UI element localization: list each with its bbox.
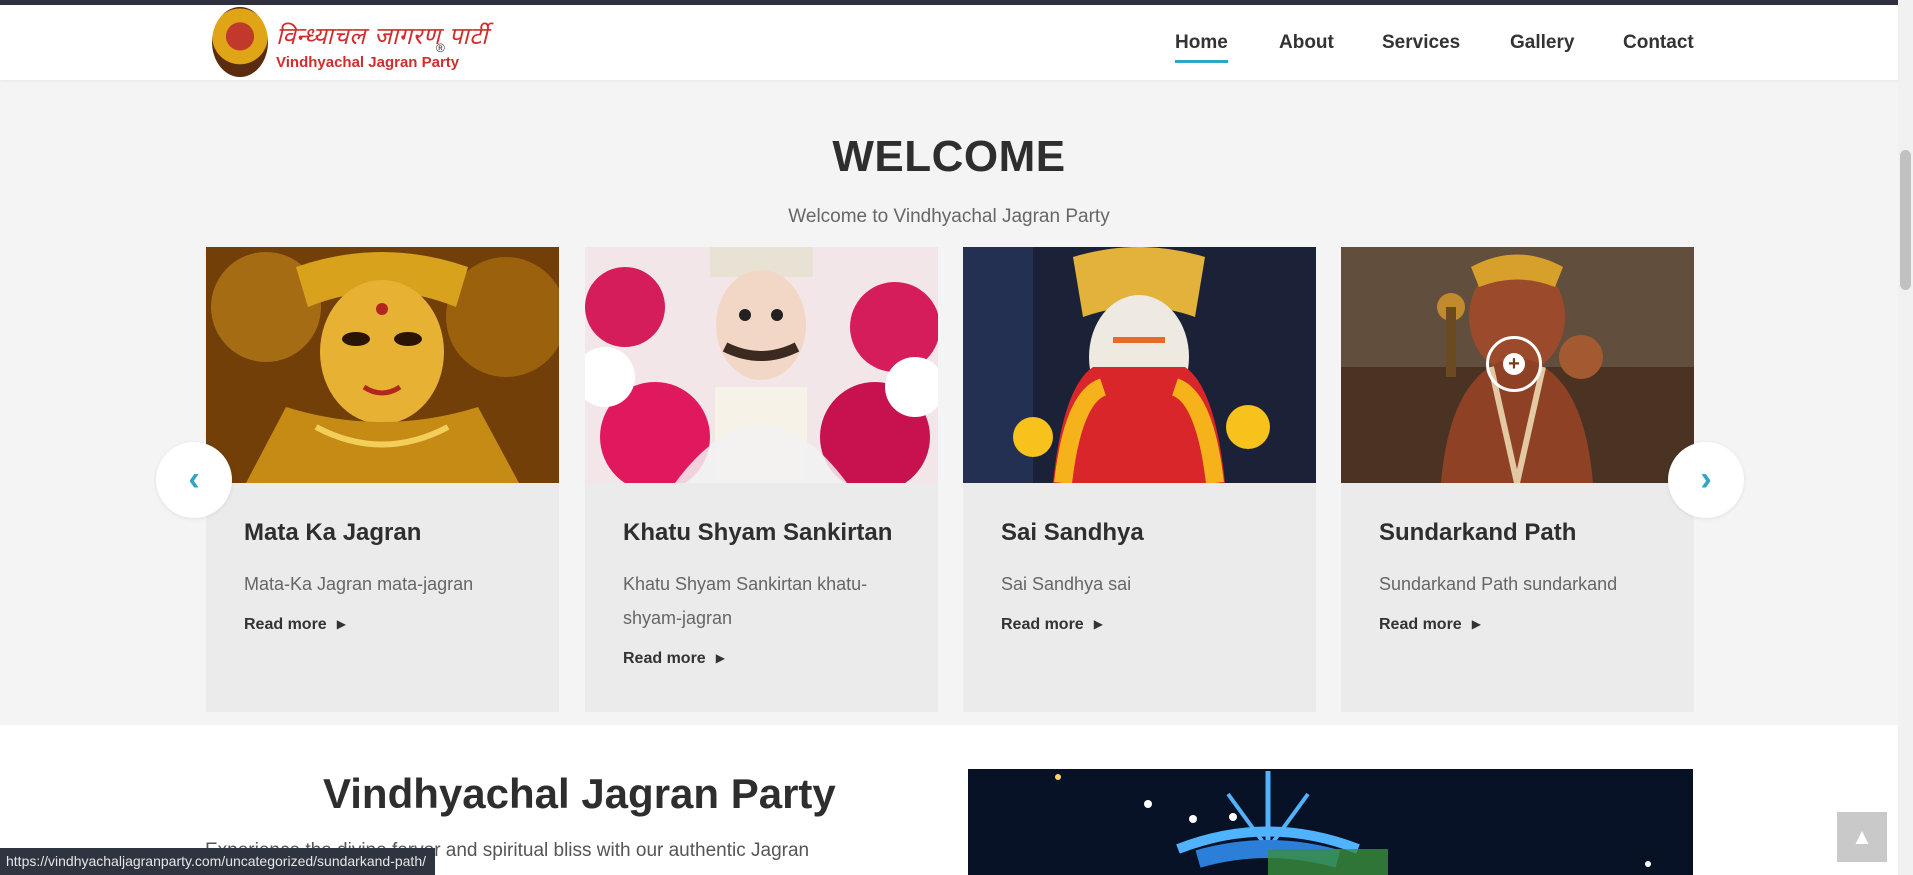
card-description: Mata-Ka Jagran mata-jagran — [244, 574, 474, 594]
carousel-next-button[interactable]: › — [1668, 442, 1744, 518]
card-image-hanuman[interactable]: + — [1341, 247, 1694, 483]
read-more-label: Read more — [244, 616, 327, 633]
card-image-khatu-shyam[interactable] — [585, 247, 938, 483]
caret-right-icon: ▶ — [715, 651, 725, 665]
nav-home[interactable]: Home — [1175, 32, 1228, 63]
card-description: Khatu Shyam Sankirtan khatu-shyam-jagran — [623, 574, 868, 628]
carousel-prev-button[interactable]: ‹ — [156, 442, 232, 518]
card-image-sai-baba[interactable] — [963, 247, 1316, 483]
card-description: Sundarkand Path sundarkand — [1379, 574, 1618, 594]
service-card-sai-sandhya: Sai Sandhya Sai Sandhya sai Read more ▶ — [963, 247, 1316, 712]
nav-services[interactable]: Services — [1382, 32, 1460, 54]
about-image-temple-lights[interactable] — [968, 769, 1693, 875]
scrollbar-thumb[interactable] — [1900, 150, 1911, 290]
read-more-link[interactable]: Read more ▶ — [1379, 616, 1481, 634]
caret-right-icon: ▶ — [1471, 617, 1481, 631]
read-more-label: Read more — [1001, 616, 1084, 633]
card-title[interactable]: Sundarkand Path — [1379, 519, 1576, 547]
nav-gallery[interactable]: Gallery — [1510, 32, 1574, 54]
card-title[interactable]: Mata Ka Jagran — [244, 519, 421, 547]
card-image-durga[interactable] — [206, 247, 559, 483]
page-scrollbar[interactable] — [1898, 0, 1913, 875]
read-more-link[interactable]: Read more ▶ — [623, 650, 725, 668]
chevron-left-icon: ‹ — [188, 460, 200, 498]
caret-right-icon: ▶ — [336, 617, 346, 631]
read-more-link[interactable]: Read more ▶ — [1001, 616, 1103, 634]
chevron-up-icon: ▲ — [1851, 824, 1873, 849]
zoom-plus-icon[interactable]: + — [1486, 336, 1542, 392]
read-more-label: Read more — [1379, 616, 1462, 633]
back-to-top-button[interactable]: ▲ — [1837, 812, 1887, 862]
caret-right-icon: ▶ — [1093, 617, 1103, 631]
main-navigation: Home About Services Gallery Contact — [0, 5, 1898, 80]
about-title: Vindhyachal Jagran Party — [323, 770, 836, 817]
nav-about[interactable]: About — [1279, 32, 1334, 54]
welcome-subtitle: Welcome to Vindhyachal Jagran Party — [788, 206, 1110, 227]
card-description: Sai Sandhya sai — [1001, 574, 1132, 594]
nav-contact[interactable]: Contact — [1623, 32, 1694, 54]
service-card-sundarkand-path: + Sundarkand Path Sundarkand Path sundar… — [1341, 247, 1694, 712]
read-more-link[interactable]: Read more ▶ — [244, 616, 346, 634]
card-title[interactable]: Sai Sandhya — [1001, 519, 1144, 547]
plus-icon: + — [1503, 353, 1525, 375]
service-card-khatu-shyam: Khatu Shyam Sankirtan Khatu Shyam Sankir… — [585, 247, 938, 712]
chevron-right-icon: › — [1700, 460, 1712, 498]
card-title[interactable]: Khatu Shyam Sankirtan — [623, 519, 892, 547]
service-card-mata-ka-jagran: Mata Ka Jagran Mata-Ka Jagran mata-jagra… — [206, 247, 559, 712]
site-header: विन्ध्याचल जागरण पार्टी Vindhyachal Jagr… — [0, 5, 1898, 80]
browser-status-url: https://vindhyachaljagranparty.com/uncat… — [0, 848, 435, 875]
welcome-title: WELCOME — [832, 132, 1066, 181]
read-more-label: Read more — [623, 650, 706, 667]
